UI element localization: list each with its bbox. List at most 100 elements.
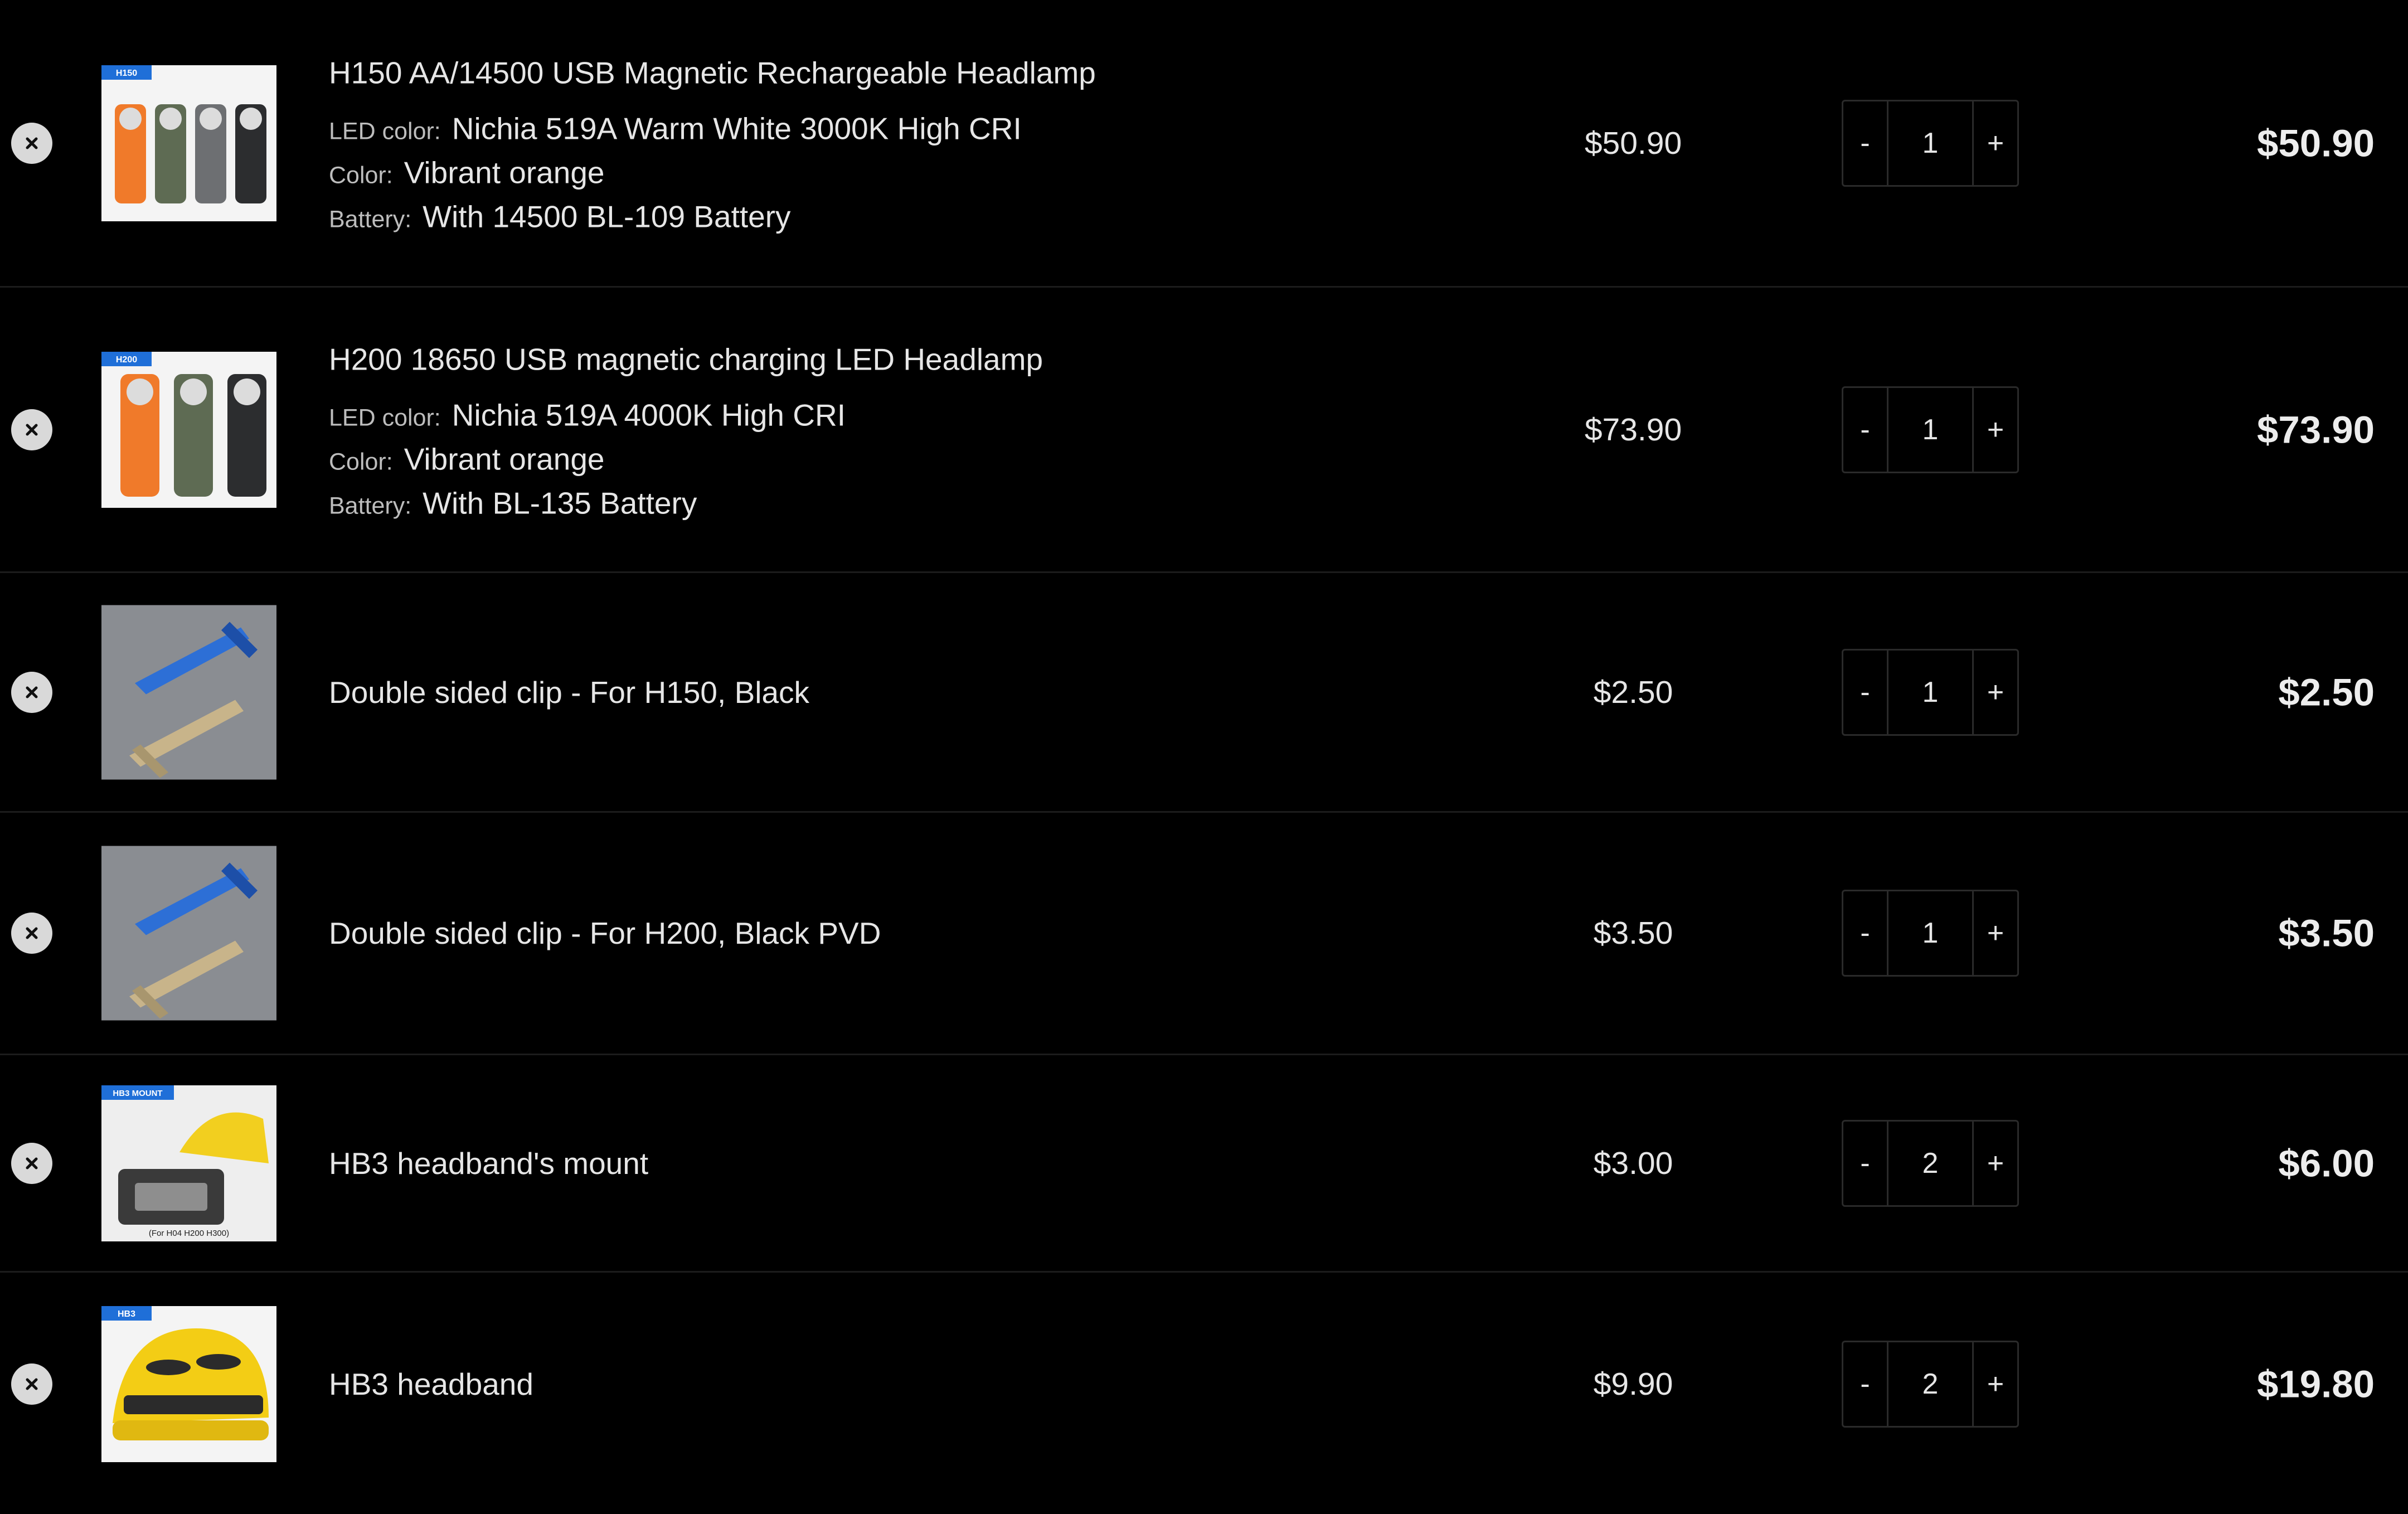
item-details: Double sided clip - For H200, Black PVD [329, 915, 1499, 952]
product-name-link[interactable]: HB3 headband's mount [329, 1145, 1499, 1182]
quantity-input[interactable]: 1 [1887, 891, 1974, 975]
line-total: $2.50 [2278, 671, 2375, 714]
remove-item-button[interactable] [11, 671, 52, 713]
quantity-stepper: - 1 + [1842, 890, 2019, 977]
svg-text:H200: H200 [116, 355, 137, 365]
product-name-link[interactable]: Double sided clip - For H150, Black [329, 674, 1499, 711]
quantity-input[interactable]: 1 [1887, 650, 1974, 734]
increment-quantity-button[interactable]: + [1974, 891, 2017, 975]
variant-color: Color: Vibrant orange [329, 444, 1499, 474]
h150-headlamp-product-image[interactable]: H150 [101, 65, 276, 221]
quantity-input[interactable]: 2 [1887, 1342, 1974, 1426]
variant-label: Battery: [329, 492, 412, 519]
svg-text:HB3 MOUNT: HB3 MOUNT [113, 1089, 162, 1098]
unit-price: $2.50 [1593, 674, 1673, 710]
decrement-quantity-button[interactable]: - [1843, 101, 1887, 185]
variant-label: Color: [329, 448, 393, 475]
close-icon [26, 137, 38, 149]
quantity-input[interactable]: 2 [1887, 1121, 1974, 1205]
quantity-stepper: - 1 + [1842, 386, 2019, 473]
item-details: HB3 headband [329, 1366, 1499, 1403]
decrement-quantity-button[interactable]: - [1843, 1122, 1887, 1205]
line-total: $6.00 [2278, 1142, 2375, 1185]
helmet-image-art: HB3 [101, 1306, 276, 1462]
variant-value: Nichia 519A 4000K High CRI [452, 397, 846, 432]
line-total: $50.90 [2256, 122, 2375, 164]
close-icon [26, 1157, 38, 1169]
quantity-stepper: - 1 + [1842, 648, 2019, 736]
cart-item-row: HB3 MOUNT (For H04 H200 H300) HB3 headba… [0, 1055, 2408, 1273]
increment-quantity-button[interactable]: + [1974, 1122, 2017, 1205]
cart-item-row: HB3 HB3 headband $9.90 - 2 + $19.80 [0, 1273, 2408, 1496]
variant-value: Nichia 519A Warm White 3000K High CRI [452, 111, 1022, 145]
quantity-input[interactable]: 1 [1887, 101, 1974, 185]
variant-color: Color: Vibrant orange [329, 157, 1499, 188]
product-name-link[interactable]: HB3 headband [329, 1366, 1499, 1403]
decrement-quantity-button[interactable]: - [1843, 651, 1887, 734]
variant-label: LED color: [329, 118, 441, 144]
item-details: HB3 headband's mount [329, 1145, 1499, 1182]
quantity-stepper: - 1 + [1842, 99, 2019, 187]
decrement-quantity-button[interactable]: - [1843, 388, 1887, 472]
variant-value: Vibrant orange [404, 441, 605, 476]
product-name-link[interactable]: H150 AA/14500 USB Magnetic Rechargeable … [329, 54, 1499, 91]
line-total: $19.80 [2256, 1362, 2375, 1406]
close-icon [26, 1378, 38, 1390]
unit-price: $3.00 [1593, 1145, 1673, 1181]
yellow-helmet-headband-product-image[interactable]: HB3 [101, 1306, 276, 1462]
product-name-link[interactable]: Double sided clip - For H200, Black PVD [329, 915, 1499, 952]
h200-headlamp-image-art: H200 [101, 351, 276, 508]
unit-price: $73.90 [1584, 411, 1682, 448]
double-sided-clip-product-image[interactable] [101, 605, 276, 779]
increment-quantity-button[interactable]: + [1974, 1342, 2017, 1426]
clip-image-art [101, 605, 276, 779]
h150-headlamp-image-art: H150 [101, 65, 276, 221]
increment-quantity-button[interactable]: + [1974, 101, 2017, 185]
close-icon [26, 424, 38, 435]
quantity-input[interactable]: 1 [1887, 387, 1974, 472]
variant-battery: Battery: With 14500 BL-109 Battery [329, 201, 1499, 232]
variant-label: LED color: [329, 404, 441, 431]
variant-label: Battery: [329, 206, 412, 232]
quantity-stepper: - 2 + [1842, 1341, 2019, 1428]
unit-price: $50.90 [1584, 125, 1682, 161]
item-details: H150 AA/14500 USB Magnetic Rechargeable … [329, 54, 1499, 232]
svg-text:(For H04 H200 H300): (For H04 H200 H300) [149, 1229, 229, 1238]
variant-led-color: LED color: Nichia 519A 4000K High CRI [329, 400, 1499, 430]
decrement-quantity-button[interactable]: - [1843, 1342, 1887, 1426]
variant-value: With 14500 BL-109 Battery [423, 199, 791, 234]
cart-item-row: Double sided clip - For H150, Black $2.5… [0, 573, 2408, 813]
remove-item-button[interactable] [11, 1363, 52, 1405]
quantity-stepper: - 2 + [1842, 1119, 2019, 1207]
item-details: Double sided clip - For H150, Black [329, 674, 1499, 711]
unit-price: $3.50 [1593, 915, 1673, 951]
double-sided-clip-product-image[interactable] [101, 846, 276, 1021]
remove-item-button[interactable] [11, 122, 52, 164]
headband-mount-image-art: HB3 MOUNT (For H04 H200 H300) [101, 1085, 276, 1241]
cart-items-list: H150 H150 AA/14500 USB Magnetic Recharge… [0, 0, 2408, 1514]
increment-quantity-button[interactable]: + [1974, 651, 2017, 734]
remove-item-button[interactable] [11, 409, 52, 450]
clip-image-art [101, 846, 276, 1021]
remove-item-button[interactable] [11, 913, 52, 954]
cart-item-row: Double sided clip - For H200, Black PVD … [0, 813, 2408, 1055]
close-icon [26, 927, 38, 939]
headband-mount-product-image[interactable]: HB3 MOUNT (For H04 H200 H300) [101, 1085, 276, 1241]
h200-headlamp-product-image[interactable]: H200 [101, 351, 276, 508]
variant-value: Vibrant orange [404, 155, 605, 190]
close-icon [26, 686, 38, 698]
variant-list: LED color: Nichia 519A 4000K High CRI Col… [329, 400, 1499, 518]
line-total: $3.50 [2278, 911, 2375, 955]
variant-label: Color: [329, 162, 393, 188]
variant-led-color: LED color: Nichia 519A Warm White 3000K H… [329, 113, 1499, 144]
variant-list: LED color: Nichia 519A Warm White 3000K H… [329, 113, 1499, 232]
variant-value: With BL-135 Battery [423, 486, 697, 520]
unit-price: $9.90 [1593, 1366, 1673, 1402]
product-name-link[interactable]: H200 18650 USB magnetic charging LED Hea… [329, 341, 1499, 377]
svg-text:HB3: HB3 [118, 1309, 135, 1319]
variant-battery: Battery: With BL-135 Battery [329, 488, 1499, 518]
decrement-quantity-button[interactable]: - [1843, 891, 1887, 975]
increment-quantity-button[interactable]: + [1974, 388, 2017, 472]
remove-item-button[interactable] [11, 1142, 52, 1184]
cart-item-row: H200 H200 18650 USB magnetic charging LE… [0, 288, 2408, 573]
